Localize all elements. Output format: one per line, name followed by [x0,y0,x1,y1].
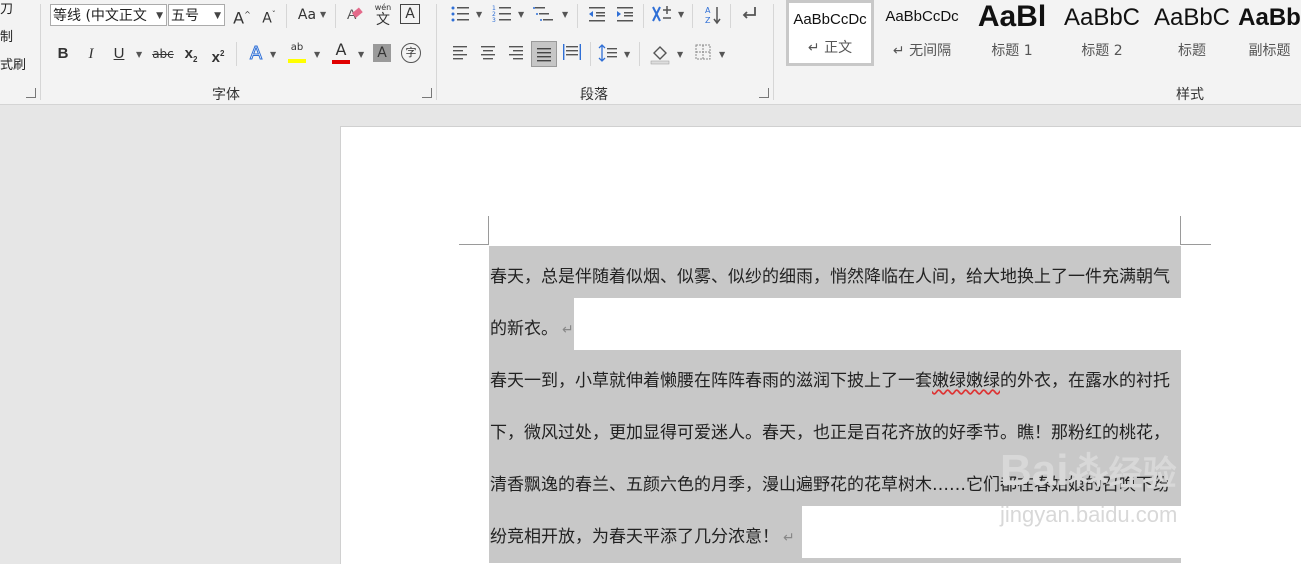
paragraph-group-label: 段落 [580,87,608,103]
svg-text:3: 3 [492,17,496,24]
separator [286,4,287,28]
chevron-down-icon[interactable]: ▼ [136,50,142,59]
numbering-icon[interactable]: 123 [491,4,513,26]
clipboard-copy-partial[interactable]: 制 [0,26,13,45]
clipboard-painter-partial[interactable]: 式刷 [0,54,26,73]
paragraph-mark-icon: ↵ [783,530,795,546]
italic-button[interactable]: I [80,43,102,65]
multilevel-list-icon[interactable] [533,4,555,26]
document-line[interactable]: 纷竞相开放，为春天平添了几分浓意！ ↵ [490,522,795,547]
chevron-down-icon[interactable]: ▼ [719,50,725,59]
strikethrough-button[interactable]: abc [150,43,176,65]
chevron-down-icon[interactable]: ▼ [562,10,568,19]
show-marks-icon[interactable] [738,4,760,26]
selection-highlight [489,558,1181,563]
font-size-combo[interactable]: 五号 ▼ [168,4,225,26]
phonetic-guide-button[interactable]: wén 文 [372,2,394,28]
style-title[interactable]: AaBbC 标题 [1148,0,1236,66]
align-right-icon[interactable] [505,43,527,65]
bold-button[interactable]: B [52,43,74,65]
styles-gallery: AaBbCcDc ↵ 正文 AaBbCcDc ↵ 无间隔 AaBl 标题 1 A… [786,0,1301,68]
ribbon: 刀 制 式刷 等线 (中文正文 ▼ 五号 ▼ A^ Aˇ Aa ▼ A wén … [0,0,1301,105]
grow-font-icon[interactable]: A^ [231,4,253,27]
chevron-down-icon[interactable]: ▼ [214,5,221,25]
change-case-button[interactable]: Aa [294,4,320,26]
sort-icon[interactable]: AZ [702,4,724,26]
document-line[interactable]: 春天，总是伴随着似烟、似雾、似纱的细雨，悄然降临在人间，给大地换上了一件充满朝气 [490,262,1170,287]
style-heading-2[interactable]: AaBbC 标题 2 [1058,0,1146,66]
separator [773,4,774,100]
clipboard-format-painter-partial[interactable]: 刀 [0,0,13,17]
document-line[interactable]: 下，微风过处，更加显得可爱迷人。春天，也正是百花齐放的好季节。瞧！那粉红的桃花， [490,418,1170,443]
paragraph-dialog-launcher-icon[interactable] [759,88,769,98]
chinese-layout-icon[interactable] [651,4,673,26]
font-dialog-launcher-icon[interactable] [422,88,432,98]
underline-button[interactable]: U [108,43,130,65]
styles-group-label: 样式 [1176,87,1204,103]
separator [436,4,437,100]
chevron-down-icon[interactable]: ▼ [314,50,320,59]
align-left-icon[interactable] [449,43,471,65]
separator [40,4,41,100]
chevron-down-icon[interactable]: ▼ [624,50,630,59]
font-name-value: 等线 (中文正文 [53,8,147,24]
bullets-icon[interactable] [449,4,471,26]
crop-mark [488,216,489,245]
increase-indent-icon[interactable] [614,4,636,26]
separator [692,4,693,28]
watermark-url: jingyan.baidu.com [1000,502,1178,527]
justify-icon[interactable] [531,41,557,67]
document-line[interactable]: 的新衣。 ↵ [490,314,574,339]
chevron-down-icon[interactable]: ▼ [677,50,683,59]
font-name-combo[interactable]: 等线 (中文正文 ▼ [50,4,167,26]
highlight-color-icon[interactable]: ab [286,40,308,63]
chevron-down-icon[interactable]: ▼ [358,50,364,59]
align-center-icon[interactable] [477,43,499,65]
chevron-down-icon[interactable]: ▼ [678,10,684,19]
crop-mark [1181,244,1211,245]
subscript-button[interactable]: x2 [180,43,202,65]
clipboard-launcher-icon[interactable] [26,88,36,98]
crop-mark [459,244,488,245]
watermark-logo: Bai⁂经验 [1000,446,1177,495]
shading-icon[interactable] [649,43,671,65]
borders-icon[interactable] [692,43,714,65]
svg-text:Z: Z [705,16,711,25]
chevron-down-icon[interactable]: ▼ [518,10,524,19]
enclose-characters-icon[interactable]: 字 [401,43,421,63]
style-subtitle[interactable]: AaBb 副标题 [1238,0,1301,66]
style-normal[interactable]: AaBbCcDc ↵ 正文 [786,0,874,66]
distributed-icon[interactable] [561,43,583,65]
character-border-button[interactable]: A [400,4,420,24]
separator [643,4,644,28]
font-color-icon[interactable]: A [330,40,352,64]
line-spacing-icon[interactable] [597,43,619,65]
svg-text:A: A [705,6,711,15]
separator [639,42,640,66]
decrease-indent-icon[interactable] [586,4,608,26]
chevron-down-icon[interactable]: ▼ [320,10,326,19]
superscript-button[interactable]: x2 [207,43,229,66]
separator [577,4,578,28]
style-heading-1[interactable]: AaBl 标题 1 [968,0,1056,66]
character-shading-icon[interactable]: A [373,44,391,62]
style-no-spacing[interactable]: AaBbCcDc ↵ 无间隔 [878,0,966,66]
separator [335,4,336,28]
text-effects-icon[interactable]: A [245,43,267,65]
chevron-down-icon[interactable]: ▼ [270,50,276,59]
font-group-label: 字体 [212,87,240,103]
separator [236,42,237,66]
separator [730,4,731,28]
chevron-down-icon[interactable]: ▼ [156,5,163,25]
spelling-flag[interactable]: 嫩绿嫩绿 [932,371,1000,391]
document-line[interactable]: 春天一到，小草就伸着懒腰在阵阵春雨的滋润下披上了一套嫩绿嫩绿的外衣，在露水的衬托 [490,366,1170,391]
shrink-font-icon[interactable]: Aˇ [258,4,280,27]
crop-mark [1180,216,1181,245]
paragraph-mark-icon: ↵ [562,322,574,338]
clear-formatting-icon[interactable]: A [344,4,366,26]
chevron-down-icon[interactable]: ▼ [476,10,482,19]
separator [590,42,591,66]
font-size-value: 五号 [171,8,199,24]
